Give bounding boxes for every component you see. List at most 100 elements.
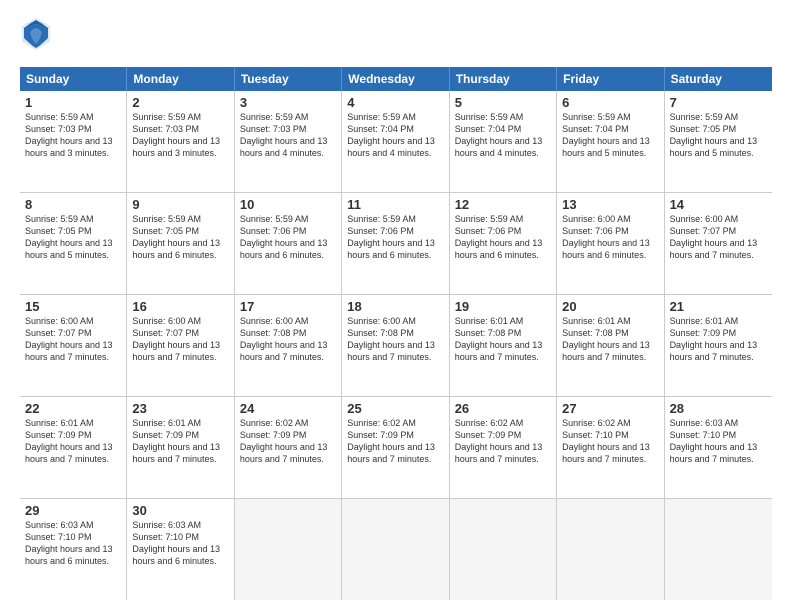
day-number: 27 [562, 401, 658, 416]
header [20, 16, 772, 57]
calendar-cell: 21Sunrise: 6:01 AMSunset: 7:09 PMDayligh… [665, 295, 772, 396]
day-number: 9 [132, 197, 228, 212]
day-detail: Sunrise: 6:00 AMSunset: 7:07 PMDaylight … [670, 213, 767, 262]
header-day-saturday: Saturday [665, 67, 772, 91]
calendar-cell: 1Sunrise: 5:59 AMSunset: 7:03 PMDaylight… [20, 91, 127, 192]
calendar-cell: 24Sunrise: 6:02 AMSunset: 7:09 PMDayligh… [235, 397, 342, 498]
day-detail: Sunrise: 5:59 AMSunset: 7:06 PMDaylight … [347, 213, 443, 262]
calendar-cell [450, 499, 557, 600]
logo-icon [20, 16, 52, 57]
day-number: 4 [347, 95, 443, 110]
calendar-cell: 19Sunrise: 6:01 AMSunset: 7:08 PMDayligh… [450, 295, 557, 396]
calendar-row-5: 29Sunrise: 6:03 AMSunset: 7:10 PMDayligh… [20, 499, 772, 600]
day-detail: Sunrise: 5:59 AMSunset: 7:06 PMDaylight … [455, 213, 551, 262]
day-number: 16 [132, 299, 228, 314]
calendar-cell: 8Sunrise: 5:59 AMSunset: 7:05 PMDaylight… [20, 193, 127, 294]
calendar-cell: 9Sunrise: 5:59 AMSunset: 7:05 PMDaylight… [127, 193, 234, 294]
day-number: 26 [455, 401, 551, 416]
day-number: 19 [455, 299, 551, 314]
day-detail: Sunrise: 5:59 AMSunset: 7:05 PMDaylight … [670, 111, 767, 160]
calendar-cell [557, 499, 664, 600]
calendar-cell: 5Sunrise: 5:59 AMSunset: 7:04 PMDaylight… [450, 91, 557, 192]
day-detail: Sunrise: 6:01 AMSunset: 7:08 PMDaylight … [562, 315, 658, 364]
calendar-row-1: 1Sunrise: 5:59 AMSunset: 7:03 PMDaylight… [20, 91, 772, 193]
day-number: 12 [455, 197, 551, 212]
calendar-cell: 30Sunrise: 6:03 AMSunset: 7:10 PMDayligh… [127, 499, 234, 600]
day-detail: Sunrise: 5:59 AMSunset: 7:03 PMDaylight … [132, 111, 228, 160]
day-number: 8 [25, 197, 121, 212]
calendar-cell: 3Sunrise: 5:59 AMSunset: 7:03 PMDaylight… [235, 91, 342, 192]
day-detail: Sunrise: 5:59 AMSunset: 7:04 PMDaylight … [455, 111, 551, 160]
day-detail: Sunrise: 6:01 AMSunset: 7:09 PMDaylight … [25, 417, 121, 466]
header-day-sunday: Sunday [20, 67, 127, 91]
day-number: 10 [240, 197, 336, 212]
calendar-cell: 4Sunrise: 5:59 AMSunset: 7:04 PMDaylight… [342, 91, 449, 192]
calendar-cell: 18Sunrise: 6:00 AMSunset: 7:08 PMDayligh… [342, 295, 449, 396]
calendar: SundayMondayTuesdayWednesdayThursdayFrid… [20, 67, 772, 600]
calendar-cell: 11Sunrise: 5:59 AMSunset: 7:06 PMDayligh… [342, 193, 449, 294]
calendar-row-3: 15 Sunrise: 6:00 AMSunset: 7:07 PMDayligh… [20, 295, 772, 397]
calendar-cell: 15Sunrise: 6:00 AMSunset: 7:07 PMDayligh… [20, 295, 127, 396]
calendar-cell: 10Sunrise: 5:59 AMSunset: 7:06 PMDayligh… [235, 193, 342, 294]
calendar-cell: 20Sunrise: 6:01 AMSunset: 7:08 PMDayligh… [557, 295, 664, 396]
calendar-cell [665, 499, 772, 600]
day-detail: Sunrise: 6:02 AMSunset: 7:09 PMDaylight … [455, 417, 551, 466]
calendar-body: 1Sunrise: 5:59 AMSunset: 7:03 PMDaylight… [20, 91, 772, 600]
day-detail: Sunrise: 5:59 AMSunset: 7:05 PMDaylight … [132, 213, 228, 262]
day-detail: Sunrise: 5:59 AMSunset: 7:05 PMDaylight … [25, 213, 121, 262]
day-detail: Sunrise: 6:02 AMSunset: 7:10 PMDaylight … [562, 417, 658, 466]
day-detail: Sunrise: 5:59 AMSunset: 7:03 PMDaylight … [25, 111, 121, 160]
calendar-cell: 17Sunrise: 6:00 AMSunset: 7:08 PMDayligh… [235, 295, 342, 396]
day-detail: Sunrise: 5:59 AMSunset: 7:04 PMDaylight … [562, 111, 658, 160]
day-number: 13 [562, 197, 658, 212]
day-number: 18 [347, 299, 443, 314]
day-detail: Sunrise: 6:02 AMSunset: 7:09 PMDaylight … [347, 417, 443, 466]
calendar-cell: 26Sunrise: 6:02 AMSunset: 7:09 PMDayligh… [450, 397, 557, 498]
header-day-monday: Monday [127, 67, 234, 91]
calendar-cell: 22Sunrise: 6:01 AMSunset: 7:09 PMDayligh… [20, 397, 127, 498]
day-number: 7 [670, 95, 767, 110]
calendar-cell: 27Sunrise: 6:02 AMSunset: 7:10 PMDayligh… [557, 397, 664, 498]
day-number: 15 [25, 299, 121, 314]
calendar-cell: 25Sunrise: 6:02 AMSunset: 7:09 PMDayligh… [342, 397, 449, 498]
calendar-header: SundayMondayTuesdayWednesdayThursdayFrid… [20, 67, 772, 91]
day-detail: Sunrise: 6:03 AMSunset: 7:10 PMDaylight … [132, 519, 228, 568]
page: SundayMondayTuesdayWednesdayThursdayFrid… [0, 0, 792, 612]
day-number: 23 [132, 401, 228, 416]
day-detail: Sunrise: 5:59 AMSunset: 7:06 PMDaylight … [240, 213, 336, 262]
day-detail: Sunrise: 5:59 AMSunset: 7:03 PMDaylight … [240, 111, 336, 160]
day-number: 30 [132, 503, 228, 518]
day-number: 25 [347, 401, 443, 416]
calendar-cell: 16Sunrise: 6:00 AMSunset: 7:07 PMDayligh… [127, 295, 234, 396]
day-detail: Sunrise: 6:00 AMSunset: 7:07 PMDaylight … [132, 315, 228, 364]
calendar-cell: 29Sunrise: 6:03 AMSunset: 7:10 PMDayligh… [20, 499, 127, 600]
calendar-cell: 6Sunrise: 5:59 AMSunset: 7:04 PMDaylight… [557, 91, 664, 192]
calendar-cell [342, 499, 449, 600]
calendar-cell: 23Sunrise: 6:01 AMSunset: 7:09 PMDayligh… [127, 397, 234, 498]
calendar-cell: 12Sunrise: 5:59 AMSunset: 7:06 PMDayligh… [450, 193, 557, 294]
day-number: 5 [455, 95, 551, 110]
calendar-row-2: 8Sunrise: 5:59 AMSunset: 7:05 PMDaylight… [20, 193, 772, 295]
day-number: 24 [240, 401, 336, 416]
header-day-wednesday: Wednesday [342, 67, 449, 91]
day-detail: Sunrise: 5:59 AMSunset: 7:04 PMDaylight … [347, 111, 443, 160]
day-detail: Sunrise: 6:01 AMSunset: 7:08 PMDaylight … [455, 315, 551, 364]
calendar-row-4: 22Sunrise: 6:01 AMSunset: 7:09 PMDayligh… [20, 397, 772, 499]
calendar-cell: 7Sunrise: 5:59 AMSunset: 7:05 PMDaylight… [665, 91, 772, 192]
day-number: 29 [25, 503, 121, 518]
header-day-tuesday: Tuesday [235, 67, 342, 91]
day-detail: Sunrise: 6:01 AMSunset: 7:09 PMDaylight … [132, 417, 228, 466]
header-day-thursday: Thursday [450, 67, 557, 91]
day-number: 17 [240, 299, 336, 314]
day-number: 1 [25, 95, 121, 110]
calendar-cell: 13Sunrise: 6:00 AMSunset: 7:06 PMDayligh… [557, 193, 664, 294]
day-number: 11 [347, 197, 443, 212]
logo [20, 16, 56, 57]
header-day-friday: Friday [557, 67, 664, 91]
day-detail: Sunrise: 6:00 AMSunset: 7:08 PMDaylight … [240, 315, 336, 364]
day-number: 14 [670, 197, 767, 212]
day-detail: Sunrise: 6:01 AMSunset: 7:09 PMDaylight … [670, 315, 767, 364]
calendar-cell: 2Sunrise: 5:59 AMSunset: 7:03 PMDaylight… [127, 91, 234, 192]
day-detail: Sunrise: 6:03 AMSunset: 7:10 PMDaylight … [25, 519, 121, 568]
day-number: 2 [132, 95, 228, 110]
